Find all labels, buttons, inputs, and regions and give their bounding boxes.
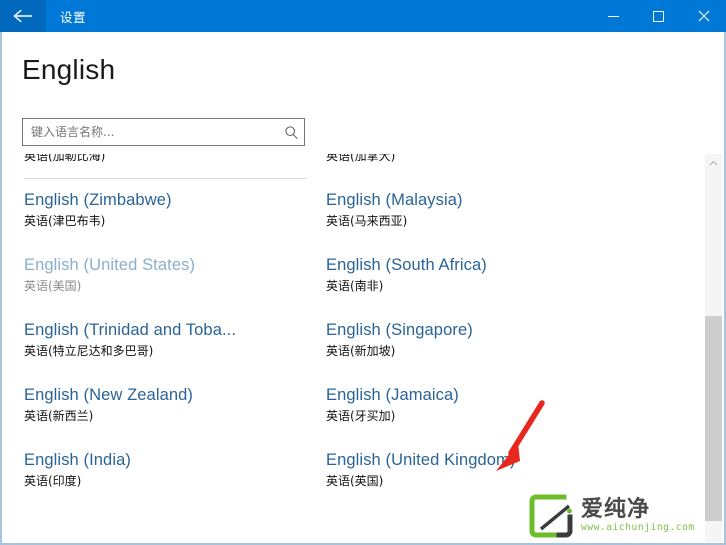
language-search-box[interactable] [22, 118, 305, 146]
language-list-grid: 英语(加勒比海) 英语(加拿大) English (Zimbabwe) 英语(津… [2, 154, 720, 511]
search-icon[interactable] [278, 119, 304, 145]
list-item[interactable]: English (Singapore) 英语(新加坡) [304, 316, 644, 381]
language-name-localized: 英语(加拿大) [326, 154, 396, 163]
table-row[interactable]: English (Trinidad and Toba... 英语(特立尼达和多巴… [2, 316, 720, 381]
language-name-localized: 英语(新西兰) [24, 409, 94, 423]
language-name: English (Zimbabwe) [24, 191, 172, 209]
title-bar-spacer [86, 0, 591, 32]
settings-window: 设置 English 键入语言名称... 英语(加勒比海) 英语(加拿大) En… [0, 0, 726, 545]
list-item[interactable]: English (South Africa) 英语(南非) [304, 251, 644, 316]
list-item[interactable]: English (Jamaica) 英语(牙买加) [304, 381, 644, 446]
back-button[interactable] [0, 0, 46, 32]
language-name-localized: 英语(马来西亚) [326, 214, 408, 228]
scrollbar-thumb[interactable] [705, 316, 722, 521]
list-item[interactable]: English (Malaysia) 英语(马来西亚) [304, 186, 644, 251]
list-item[interactable]: English (India) 英语(印度) [2, 446, 304, 511]
language-name: English (New Zealand) [24, 386, 194, 404]
window-body: English 英语(加勒比海) [0, 32, 726, 545]
list-item[interactable]: English (Zimbabwe) 英语(津巴布韦) [2, 186, 304, 251]
minimize-icon [608, 15, 619, 17]
list-item[interactable]: English (New Zealand) 英语(新西兰) [2, 381, 304, 446]
language-name-localized: 英语(加勒比海) [24, 154, 106, 163]
language-name-localized: 英语(南非) [326, 279, 384, 293]
minimize-button[interactable] [591, 0, 636, 32]
scroll-up-button[interactable] [705, 154, 722, 171]
language-name-localized: 英语(津巴布韦) [24, 214, 106, 228]
table-row[interactable]: English (New Zealand) 英语(新西兰) English (J… [2, 381, 720, 446]
back-arrow-icon [12, 8, 34, 24]
vertical-scrollbar[interactable] [705, 154, 722, 542]
language-name: English (Singapore) [326, 321, 473, 339]
language-name-localized: 英语(新加坡) [326, 344, 396, 358]
language-name-localized: 英语(印度) [24, 474, 82, 488]
table-row[interactable]: English (United States) 英语(美国) English (… [2, 251, 720, 316]
language-name-localized: 英语(英国) [326, 474, 384, 488]
language-name: English (Malaysia) [326, 191, 463, 209]
title-bar: 设置 [0, 0, 726, 32]
window-controls [591, 0, 726, 32]
language-name: English (South Africa) [326, 256, 487, 274]
table-row[interactable]: English (Zimbabwe) 英语(津巴布韦) English (Mal… [2, 186, 720, 251]
list-item[interactable]: English (Trinidad and Toba... 英语(特立尼达和多巴… [2, 316, 304, 381]
language-name-localized: 英语(美国) [24, 279, 82, 293]
language-name-localized: 英语(特立尼达和多巴哥) [24, 344, 154, 358]
language-name: English (Jamaica) [326, 386, 459, 404]
table-row[interactable]: English (India) 英语(印度) English (United K… [2, 446, 720, 511]
maximize-icon [653, 10, 664, 22]
close-icon [698, 10, 710, 22]
window-title: 设置 [60, 9, 87, 25]
table-row[interactable]: 英语(加勒比海) 英语(加拿大) [2, 154, 720, 186]
language-name: English (Trinidad and Toba... [24, 321, 237, 339]
language-list[interactable]: 英语(加勒比海) 英语(加拿大) English (Zimbabwe) 英语(津… [2, 154, 720, 542]
chevron-up-icon [709, 154, 718, 172]
language-name: English (United States) [24, 256, 196, 274]
maximize-button[interactable] [636, 0, 681, 32]
language-name: English (United Kingdom) [326, 451, 516, 469]
search-input[interactable] [23, 119, 278, 145]
close-button[interactable] [681, 0, 726, 32]
language-name: English (India) [24, 451, 131, 469]
page-title: English [22, 54, 116, 85]
list-item[interactable]: English (United States) 英语(美国) [2, 251, 304, 316]
list-item-united-kingdom[interactable]: English (United Kingdom) 英语(英国) [304, 446, 644, 511]
list-item[interactable]: 英语(加勒比海) [2, 154, 304, 186]
list-item[interactable]: 英语(加拿大) [304, 154, 644, 186]
language-name-localized: 英语(牙买加) [326, 409, 396, 423]
